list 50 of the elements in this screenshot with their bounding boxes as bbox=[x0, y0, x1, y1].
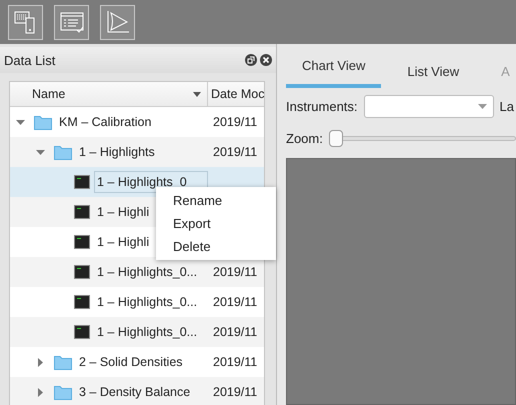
folder-icon bbox=[54, 354, 72, 370]
terminal-icon bbox=[74, 295, 90, 309]
date-cell-text: 2019/11 bbox=[212, 145, 258, 159]
sort-caret-icon bbox=[193, 92, 201, 96]
restore-button[interactable] bbox=[245, 54, 257, 66]
tab[interactable]: List View bbox=[391, 54, 476, 88]
terminal-icon bbox=[74, 175, 90, 189]
item-name: 1 – Highlights_0... bbox=[96, 264, 198, 281]
caret-icon[interactable] bbox=[36, 358, 45, 366]
date-cell-text: 2019/11 bbox=[212, 355, 258, 369]
terminal-icon bbox=[74, 265, 90, 279]
item-name: KM – Calibration bbox=[58, 114, 152, 131]
tree-row[interactable]: 3 – Density Balance 2019/11 bbox=[10, 377, 264, 405]
terminal-icon bbox=[74, 325, 90, 339]
terminal-icon bbox=[74, 235, 90, 249]
item-name: 1 – Highlights_0... bbox=[96, 294, 198, 311]
item-name: 1 – Highlights bbox=[78, 144, 156, 161]
caret-icon[interactable] bbox=[16, 118, 25, 126]
tree-row[interactable]: 1 – Highlights 2019/11 bbox=[10, 137, 264, 167]
field-label: Instruments: bbox=[286, 98, 358, 114]
caret-icon[interactable] bbox=[36, 148, 45, 156]
folder-icon bbox=[34, 114, 52, 130]
date-cell-text: 2019/11 bbox=[212, 325, 258, 339]
item-name: 1 – Highli bbox=[96, 204, 150, 221]
field-label: La bbox=[500, 98, 514, 114]
tree-row[interactable]: 1 – Highlights_0... 2019/11 bbox=[10, 317, 264, 347]
tree-row[interactable]: 1 – Highlights_0... 2019/11 bbox=[10, 257, 264, 287]
grid-device-icon[interactable] bbox=[8, 4, 43, 40]
date-cell-text: 2019/11 bbox=[212, 385, 258, 399]
date-cell-text: 2019/11 bbox=[212, 265, 258, 279]
tab[interactable]: Chart View bbox=[286, 54, 382, 88]
item-name: 3 – Density Balance bbox=[78, 384, 192, 401]
column-header[interactable]: Date Moc bbox=[208, 82, 264, 106]
zoom-slider[interactable] bbox=[328, 130, 516, 146]
folder-icon bbox=[54, 384, 72, 400]
caret-icon[interactable] bbox=[36, 388, 45, 396]
close-button[interactable] bbox=[260, 54, 272, 66]
field-label: Zoom: bbox=[286, 130, 323, 146]
panel-title: Data List bbox=[4, 52, 56, 68]
item-name: 1 – Highlights_0... bbox=[96, 324, 198, 341]
date-cell-text: 2019/11 bbox=[212, 295, 258, 309]
dropdown-caret-icon bbox=[478, 104, 487, 108]
column-header[interactable]: Name bbox=[10, 82, 208, 106]
checklist-icon[interactable] bbox=[54, 4, 89, 40]
folder-icon bbox=[54, 144, 72, 160]
date-cell-text: 2019/11 bbox=[212, 115, 258, 129]
terminal-icon bbox=[74, 205, 90, 219]
item-name: 2 – Solid Densities bbox=[78, 354, 184, 371]
slider-thumb[interactable] bbox=[328, 130, 343, 146]
item-name: 1 – Highli bbox=[96, 234, 150, 251]
